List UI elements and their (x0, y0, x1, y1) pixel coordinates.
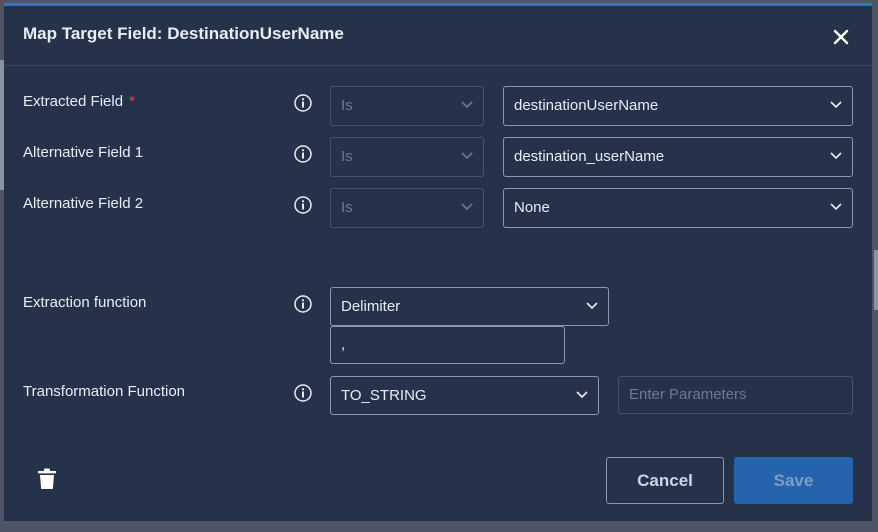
info-icon[interactable] (294, 295, 312, 313)
map-target-field-dialog: Map Target Field: DestinationUserName Ex… (4, 3, 872, 521)
alternative-field-1-operator-select: Is (330, 137, 484, 177)
extraction-function-select[interactable]: Delimiter (330, 287, 609, 326)
close-icon[interactable] (830, 26, 852, 48)
save-button[interactable]: Save (734, 457, 853, 504)
dialog-header: Map Target Field: DestinationUserName (4, 6, 872, 66)
transformation-function-label: Transformation Function (23, 383, 186, 400)
parameters-input[interactable]: Enter Parameters (618, 376, 853, 414)
info-icon[interactable] (294, 196, 312, 214)
chevron-down-icon (830, 101, 842, 109)
info-icon[interactable] (294, 145, 312, 163)
delimiter-input[interactable]: , (330, 326, 565, 364)
operator-value: Is (341, 199, 353, 216)
extracted-field-label: Extracted Field * (23, 93, 135, 110)
cancel-button[interactable]: Cancel (606, 457, 724, 504)
transformation-function-select[interactable]: TO_STRING (330, 376, 599, 415)
chevron-down-icon (830, 203, 842, 211)
chevron-down-icon (830, 152, 842, 160)
extracted-field-operator-select: Is (330, 86, 484, 126)
alternative-field-2-select[interactable]: None (503, 188, 853, 228)
extraction-function-label: Extraction function (23, 294, 147, 311)
extracted-field-select[interactable]: destinationUserName (503, 86, 853, 126)
chevron-down-icon (461, 203, 473, 211)
alternative-field-2-operator-select: Is (330, 188, 484, 228)
alternative-field-1-label: Alternative Field 1 (23, 144, 144, 161)
info-icon[interactable] (294, 94, 312, 112)
alternative-field-2-label: Alternative Field 2 (23, 195, 144, 212)
extraction-function-value: Delimiter (341, 298, 401, 315)
info-icon[interactable] (294, 384, 312, 402)
chevron-down-icon (461, 101, 473, 109)
chevron-down-icon (586, 302, 598, 310)
chevron-down-icon (461, 152, 473, 160)
operator-value: Is (341, 97, 353, 114)
backdrop-edge (874, 250, 878, 310)
dialog-title: Map Target Field: DestinationUserName (23, 24, 344, 43)
required-marker: * (129, 93, 135, 110)
extracted-field-value: destinationUserName (514, 97, 659, 114)
trash-icon[interactable] (37, 468, 57, 490)
transformation-function-value: TO_STRING (341, 387, 427, 404)
chevron-down-icon (576, 391, 588, 399)
alternative-field-1-value: destination_userName (514, 148, 665, 165)
alternative-field-1-select[interactable]: destination_userName (503, 137, 853, 177)
alternative-field-2-value: None (514, 199, 550, 216)
operator-value: Is (341, 148, 353, 165)
